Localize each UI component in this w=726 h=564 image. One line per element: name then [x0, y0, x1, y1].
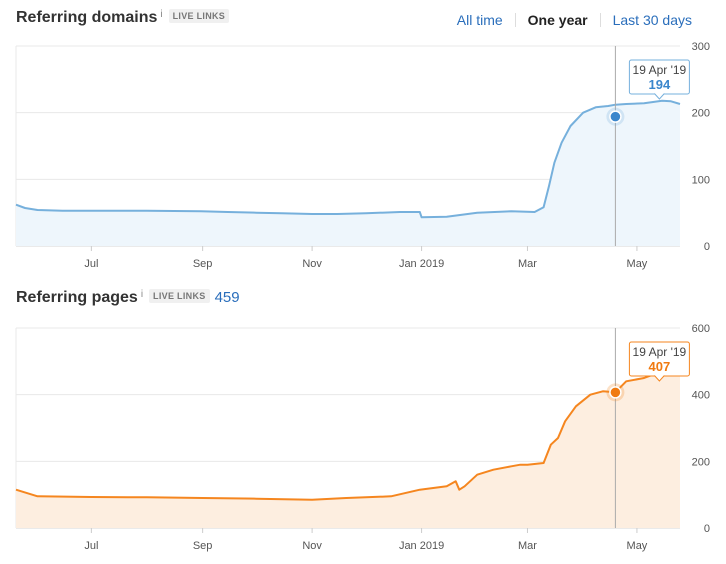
y-tick-label: 600 [692, 323, 710, 335]
y-tick-label: 300 [692, 41, 710, 53]
referring-domains-label: Referring domains [16, 9, 158, 26]
tooltip: 19 Apr '19407 [628, 341, 690, 382]
tooltip: 19 Apr '19194 [628, 59, 690, 100]
x-tick-label: Sep [193, 540, 213, 552]
x-tick-label: Jan 2019 [399, 258, 444, 270]
tab-all-time[interactable]: All time [457, 12, 503, 28]
x-tick-label: Mar [518, 540, 537, 552]
y-tick-label: 200 [692, 108, 710, 120]
x-tick-label: May [627, 540, 648, 552]
time-range-tabs: All time One year Last 30 days [457, 12, 692, 28]
live-links-badge: LIVE LINKS [149, 289, 210, 303]
hover-point[interactable] [609, 110, 622, 123]
domains-area [16, 100, 680, 246]
x-tick-label: Jul [84, 258, 98, 270]
referring-pages-chart: 0 200 400 600 Jul Sep Nov Jan 2019 Mar May 19 Apr … [15, 323, 710, 552]
tooltip-value: 407 [649, 359, 671, 374]
x-tick-label: Nov [302, 540, 322, 552]
y-tick-label: 0 [704, 523, 710, 535]
tab-divider [514, 13, 516, 27]
hover-point[interactable] [609, 386, 622, 399]
referring-pages-title: Referring pages i LIVE LINKS 459 [16, 289, 240, 307]
tab-divider [599, 13, 601, 27]
referring-domains-title: Referring domains i LIVE LINKS [16, 9, 230, 27]
pages-area [16, 366, 680, 528]
y-tick-label: 200 [692, 456, 710, 468]
live-links-badge: LIVE LINKS [168, 9, 230, 23]
x-tick-label: Mar [518, 258, 537, 270]
x-tick-label: Nov [302, 258, 322, 270]
tooltip-date: 19 Apr '19 [633, 345, 687, 359]
y-tick-label: 400 [692, 390, 710, 402]
x-tick-label: Jul [84, 540, 98, 552]
referring-pages-label: Referring pages [16, 289, 138, 306]
info-icon[interactable]: i [160, 9, 162, 20]
x-tick-label: May [627, 258, 648, 270]
x-tick-label: Sep [193, 258, 213, 270]
tab-last-30-days[interactable]: Last 30 days [613, 12, 692, 28]
tooltip-value: 194 [649, 77, 671, 92]
x-tick-label: Jan 2019 [399, 540, 444, 552]
info-icon[interactable]: i [141, 289, 143, 300]
y-tick-label: 100 [692, 174, 710, 186]
referring-pages-total: 459 [214, 289, 240, 306]
y-tick-label: 0 [704, 241, 710, 253]
referring-domains-chart: 0 100 200 300 Jul Sep Nov Jan 2019 Mar May 19 Apr … [15, 41, 710, 270]
tooltip-date: 19 Apr '19 [633, 63, 687, 77]
tab-one-year[interactable]: One year [528, 12, 588, 28]
tooltip-pointer [654, 93, 665, 100]
